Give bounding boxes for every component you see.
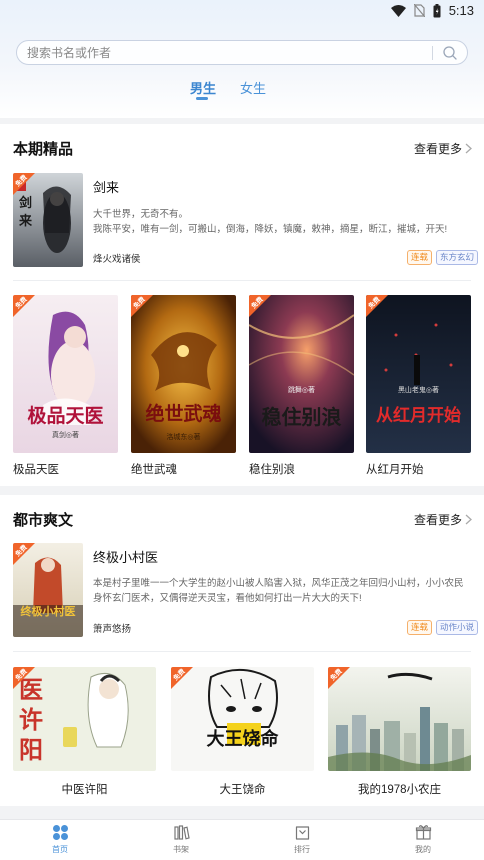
- divider: [13, 280, 471, 281]
- featured-book-description: 本是村子里唯一一个大学生的赵小山被人陷害入狱，风华正茂之年回归小山村，小小农民 …: [93, 576, 473, 606]
- no-sim-icon: [413, 4, 425, 17]
- free-badge: 免费: [13, 667, 35, 689]
- status-bar: 5:13: [0, 0, 484, 24]
- free-badge: 免费: [131, 295, 153, 317]
- tab-male[interactable]: 男生: [190, 78, 216, 97]
- free-badge: 免费: [13, 295, 35, 317]
- nav-item-bookshelf[interactable]: 书架: [151, 824, 211, 855]
- wifi-icon: [390, 4, 406, 17]
- bottom-nav: 首页 书架 排行 我的: [0, 819, 484, 860]
- svg-text:剑: 剑: [18, 195, 32, 211]
- tab-female[interactable]: 女生: [240, 78, 266, 97]
- divider: [13, 651, 471, 652]
- featured-book-title[interactable]: 终极小村医: [93, 547, 158, 566]
- featured-book-author: 烽火戏诸侯: [93, 254, 141, 265]
- featured-book-author: 箫声悠扬: [93, 624, 132, 635]
- free-badge: 免费: [171, 667, 193, 689]
- search-input[interactable]: [27, 44, 427, 62]
- nav-label: 排行: [294, 845, 310, 854]
- description-line: 大千世界，无奇不有。: [93, 209, 189, 220]
- nav-item-ranking[interactable]: 排行: [272, 824, 332, 855]
- view-more-label: 查看更多: [413, 142, 462, 156]
- cover-author: 真剑◎著: [51, 431, 80, 439]
- ranking-icon: [295, 826, 309, 840]
- book-title[interactable]: 大王饶命: [171, 781, 314, 797]
- search-icon[interactable]: [442, 45, 458, 61]
- book-cover[interactable]: 绝世武魂 洛城东◎著 免费: [131, 295, 236, 453]
- gender-tabs: 男生 女生: [0, 78, 484, 108]
- cover-title: 绝世武魂: [145, 403, 222, 425]
- bookshelf-icon: [173, 825, 190, 840]
- cover-author: 黑山老鬼◎著: [397, 386, 440, 394]
- book-cover[interactable]: 极品天医 真剑◎著 免费: [13, 295, 118, 453]
- book-cover[interactable]: 医许阳 免费: [13, 667, 156, 771]
- book-title[interactable]: 中医许阳: [13, 781, 156, 797]
- free-badge: 免费: [366, 295, 388, 317]
- section-urban: 都市爽文 查看更多 终极小村医 免费 终极小村医 本是村子里唯一一个大学生的赵小…: [0, 495, 484, 806]
- section-title: 本期精品: [13, 141, 74, 158]
- cover-title: 从红月开始: [376, 406, 461, 426]
- description-line: 身怀玄门医术，又偶得逆天灵宝，看他如何打出一片大大的天下!: [93, 593, 362, 604]
- tab-active-indicator: [196, 97, 208, 100]
- description-line: 我陈平安，唯有一剑，可搬山，倒海，降妖，镇魔，敕神，摘星，断江，摧城，开天!: [93, 224, 448, 235]
- cover-title: 稳住别浪: [261, 405, 342, 429]
- genre-tag: 动作小说: [436, 620, 479, 635]
- book-title[interactable]: 我的1978小农庄: [328, 781, 471, 797]
- featured-book-title[interactable]: 剑来: [93, 177, 119, 196]
- svg-text:来: 来: [18, 213, 33, 229]
- view-more-button[interactable]: 查看更多: [414, 511, 472, 528]
- description-line: 本是村子里唯一一个大学生的赵小山被人陷害入狱，风华正茂之年回归小山村，小小农民: [93, 578, 464, 589]
- free-badge: 免费: [328, 667, 350, 689]
- cover-author: 跳舞◎著: [287, 386, 316, 394]
- nav-label: 书架: [173, 845, 189, 854]
- cover-title: 终极小村医: [20, 605, 76, 618]
- nav-label: 首页: [52, 845, 68, 854]
- nav-item-home[interactable]: 首页: [30, 824, 90, 855]
- nav-item-profile[interactable]: 我的: [393, 824, 453, 855]
- book-cover[interactable]: 大王饶命 免费: [171, 667, 314, 771]
- search-bar[interactable]: [16, 40, 468, 65]
- cover-title: 大王饶命: [206, 729, 279, 750]
- free-badge: 免费: [13, 543, 35, 565]
- nav-label: 我的: [415, 845, 431, 854]
- status-tag: 连载: [407, 620, 433, 635]
- search-divider: [432, 46, 433, 60]
- view-more-button[interactable]: 查看更多: [414, 140, 472, 157]
- book-cover[interactable]: 稳住别浪 跳舞◎著 免费: [249, 295, 354, 453]
- chevron-right-icon: [465, 514, 472, 525]
- section-featured: 本期精品 查看更多 剑 来 免费 剑来 大千世界，无奇不有。 我陈平安，唯有一剑…: [0, 124, 484, 486]
- featured-book-cover[interactable]: 剑 来 免费: [13, 173, 83, 267]
- top-header: 5:13 男生 女生: [0, 0, 484, 118]
- battery-icon: [433, 3, 441, 17]
- featured-book-cover[interactable]: 终极小村医 免费: [13, 543, 83, 637]
- book-title[interactable]: 从红月开始: [366, 461, 424, 477]
- free-badge: 免费: [249, 295, 271, 317]
- section-title: 都市爽文: [13, 512, 74, 529]
- chevron-right-icon: [465, 143, 472, 154]
- book-cover[interactable]: 从红月开始 黑山老鬼◎著 免费: [366, 295, 471, 453]
- book-title[interactable]: 稳住别浪: [249, 461, 295, 477]
- free-badge: 免费: [13, 173, 35, 195]
- book-cover[interactable]: 免费: [328, 667, 471, 771]
- status-time: 5:13: [448, 3, 474, 18]
- cover-title: 极品天医: [27, 405, 104, 427]
- genre-tag: 东方玄幻: [436, 250, 479, 265]
- home-icon: [52, 825, 68, 840]
- book-title[interactable]: 极品天医: [13, 461, 59, 477]
- profile-icon: [415, 825, 431, 840]
- book-title[interactable]: 绝世武魂: [131, 461, 177, 477]
- featured-book-description: 大千世界，无奇不有。 我陈平安，唯有一剑，可搬山，倒海，降妖，镇魔，敕神，摘星，…: [93, 207, 473, 237]
- status-tag: 连载: [407, 250, 433, 265]
- view-more-label: 查看更多: [413, 513, 462, 527]
- cover-author: 洛城东◎著: [166, 433, 201, 441]
